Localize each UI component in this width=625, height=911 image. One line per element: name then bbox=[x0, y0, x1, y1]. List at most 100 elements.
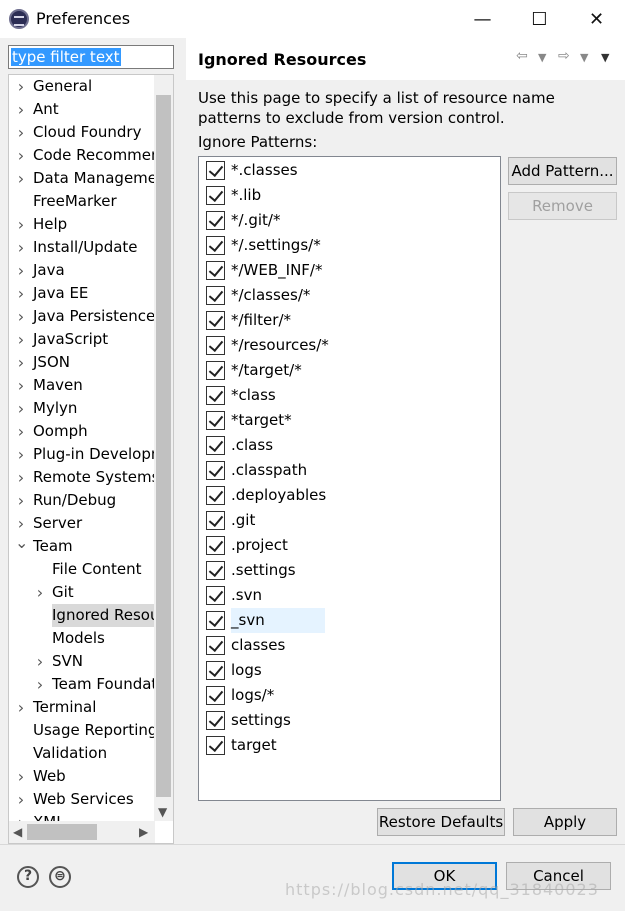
tree-horizontal-scroll-thumb[interactable] bbox=[27, 824, 97, 840]
pattern-checkbox[interactable] bbox=[206, 161, 225, 180]
pattern-row[interactable]: .class bbox=[199, 433, 499, 458]
chevron-right-icon[interactable]: › bbox=[15, 466, 27, 489]
maximize-button[interactable]: ☐ bbox=[511, 0, 568, 38]
pattern-checkbox[interactable] bbox=[206, 486, 225, 505]
pattern-checkbox[interactable] bbox=[206, 711, 225, 730]
pattern-checkbox[interactable] bbox=[206, 311, 225, 330]
chevron-right-icon[interactable]: › bbox=[15, 788, 27, 811]
chevron-right-icon[interactable]: › bbox=[34, 650, 46, 673]
pattern-checkbox[interactable] bbox=[206, 436, 225, 455]
tree-item[interactable]: › XML bbox=[9, 811, 155, 821]
chevron-right-icon[interactable]: › bbox=[15, 489, 27, 512]
pattern-row[interactable]: */classes/* bbox=[199, 283, 499, 308]
pattern-row[interactable]: *class bbox=[199, 383, 499, 408]
pattern-row[interactable]: _svn bbox=[199, 608, 499, 633]
chevron-right-icon[interactable]: › bbox=[15, 328, 27, 351]
pattern-checkbox[interactable] bbox=[206, 536, 225, 555]
chevron-right-icon[interactable]: › bbox=[15, 765, 27, 788]
tree-item[interactable]: › Java Persistence bbox=[9, 305, 155, 328]
pattern-row[interactable]: */.git/* bbox=[199, 208, 499, 233]
chevron-right-icon[interactable]: › bbox=[15, 144, 27, 167]
scroll-down-arrow-icon[interactable]: ▼ bbox=[158, 805, 167, 819]
tree-item[interactable]: › Git bbox=[9, 581, 155, 604]
chevron-right-icon[interactable]: › bbox=[15, 75, 27, 98]
tree-item[interactable]: › JSON bbox=[9, 351, 155, 374]
pattern-checkbox[interactable] bbox=[206, 236, 225, 255]
back-menu-icon[interactable]: ▼ bbox=[538, 51, 546, 64]
chevron-right-icon[interactable]: › bbox=[15, 374, 27, 397]
back-arrow-icon[interactable]: ⇦ bbox=[516, 48, 528, 64]
close-button[interactable]: ✕ bbox=[568, 0, 625, 38]
tree-item[interactable]: › Plug-in Development bbox=[9, 443, 155, 466]
pattern-row[interactable]: */filter/* bbox=[199, 308, 499, 333]
pattern-row[interactable]: */.settings/* bbox=[199, 233, 499, 258]
chevron-right-icon[interactable]: › bbox=[15, 351, 27, 374]
tree-item[interactable]: File Content bbox=[9, 558, 155, 581]
tree-item[interactable]: › Cloud Foundry bbox=[9, 121, 155, 144]
tree-item[interactable]: › Oomph bbox=[9, 420, 155, 443]
tree-item[interactable]: Models bbox=[9, 627, 155, 650]
pattern-row[interactable]: logs/* bbox=[199, 683, 499, 708]
chevron-right-icon[interactable]: › bbox=[15, 121, 27, 144]
pattern-checkbox[interactable] bbox=[206, 211, 225, 230]
pattern-checkbox[interactable] bbox=[206, 461, 225, 480]
chevron-right-icon[interactable]: › bbox=[34, 581, 46, 604]
tree-item[interactable]: › Team Foundation Server bbox=[9, 673, 155, 696]
filter-input[interactable]: type filter text bbox=[8, 45, 174, 69]
pattern-row[interactable]: settings bbox=[199, 708, 499, 733]
tree-item[interactable]: › Data Management bbox=[9, 167, 155, 190]
chevron-right-icon[interactable]: › bbox=[15, 259, 27, 282]
pattern-checkbox[interactable] bbox=[206, 661, 225, 680]
add-pattern-button[interactable]: Add Pattern... bbox=[508, 157, 617, 185]
view-menu-icon[interactable]: ▼ bbox=[601, 51, 609, 64]
tree-item[interactable]: › Remote Systems bbox=[9, 466, 155, 489]
scroll-right-arrow-icon[interactable]: ▶ bbox=[139, 825, 148, 839]
tree-item[interactable]: › Ant bbox=[9, 98, 155, 121]
pattern-row[interactable]: .project bbox=[199, 533, 499, 558]
pattern-checkbox[interactable] bbox=[206, 261, 225, 280]
chevron-right-icon[interactable]: › bbox=[15, 397, 27, 420]
pattern-row[interactable]: */resources/* bbox=[199, 333, 499, 358]
chevron-right-icon[interactable]: › bbox=[15, 696, 27, 719]
tree-vertical-scroll-thumb[interactable] bbox=[156, 95, 171, 797]
tree-item[interactable]: Usage Reporting bbox=[9, 719, 155, 742]
pattern-row[interactable]: *.lib bbox=[199, 183, 499, 208]
pattern-row[interactable]: */target/* bbox=[199, 358, 499, 383]
chevron-right-icon[interactable]: › bbox=[15, 811, 27, 821]
pattern-checkbox[interactable] bbox=[206, 286, 225, 305]
tree-item[interactable]: › Terminal bbox=[9, 696, 155, 719]
pattern-row[interactable]: .svn bbox=[199, 583, 499, 608]
chevron-down-icon[interactable]: ⌄ bbox=[15, 531, 28, 554]
chevron-right-icon[interactable]: › bbox=[15, 443, 27, 466]
tree-item[interactable]: FreeMarker bbox=[9, 190, 155, 213]
tree-item[interactable]: › General bbox=[9, 75, 155, 98]
tree-item[interactable]: Validation bbox=[9, 742, 155, 765]
remove-button[interactable]: Remove bbox=[508, 192, 617, 220]
chevron-right-icon[interactable]: › bbox=[15, 305, 27, 328]
pattern-checkbox[interactable] bbox=[206, 636, 225, 655]
pattern-checkbox[interactable] bbox=[206, 361, 225, 380]
pattern-checkbox[interactable] bbox=[206, 736, 225, 755]
chevron-right-icon[interactable]: › bbox=[15, 236, 27, 259]
forward-arrow-icon[interactable]: ⇨ bbox=[558, 48, 570, 64]
pattern-checkbox[interactable] bbox=[206, 586, 225, 605]
tree-vertical-scrollbar[interactable]: ▼ bbox=[154, 75, 173, 821]
tree-item[interactable]: › Web bbox=[9, 765, 155, 788]
tree-item[interactable]: › Web Services bbox=[9, 788, 155, 811]
chevron-right-icon[interactable]: › bbox=[15, 213, 27, 236]
tree-item[interactable]: › Java EE bbox=[9, 282, 155, 305]
ignore-patterns-list[interactable]: *.classes *.lib */.git/* */.settings/* */WEB… bbox=[198, 156, 501, 801]
pattern-checkbox[interactable] bbox=[206, 411, 225, 430]
pattern-checkbox[interactable] bbox=[206, 186, 225, 205]
tree-item[interactable]: › Java bbox=[9, 259, 155, 282]
forward-menu-icon[interactable]: ▼ bbox=[580, 51, 588, 64]
chevron-right-icon[interactable]: › bbox=[15, 98, 27, 121]
tree-item[interactable]: › Server bbox=[9, 512, 155, 535]
pattern-row[interactable]: */WEB_INF/* bbox=[199, 258, 499, 283]
tree-item[interactable]: › JavaScript bbox=[9, 328, 155, 351]
pattern-row[interactable]: .settings bbox=[199, 558, 499, 583]
tree-item[interactable]: › Maven bbox=[9, 374, 155, 397]
help-icon[interactable]: ? bbox=[17, 866, 39, 888]
pattern-row[interactable]: classes bbox=[199, 633, 499, 658]
tree-item[interactable]: › Mylyn bbox=[9, 397, 155, 420]
